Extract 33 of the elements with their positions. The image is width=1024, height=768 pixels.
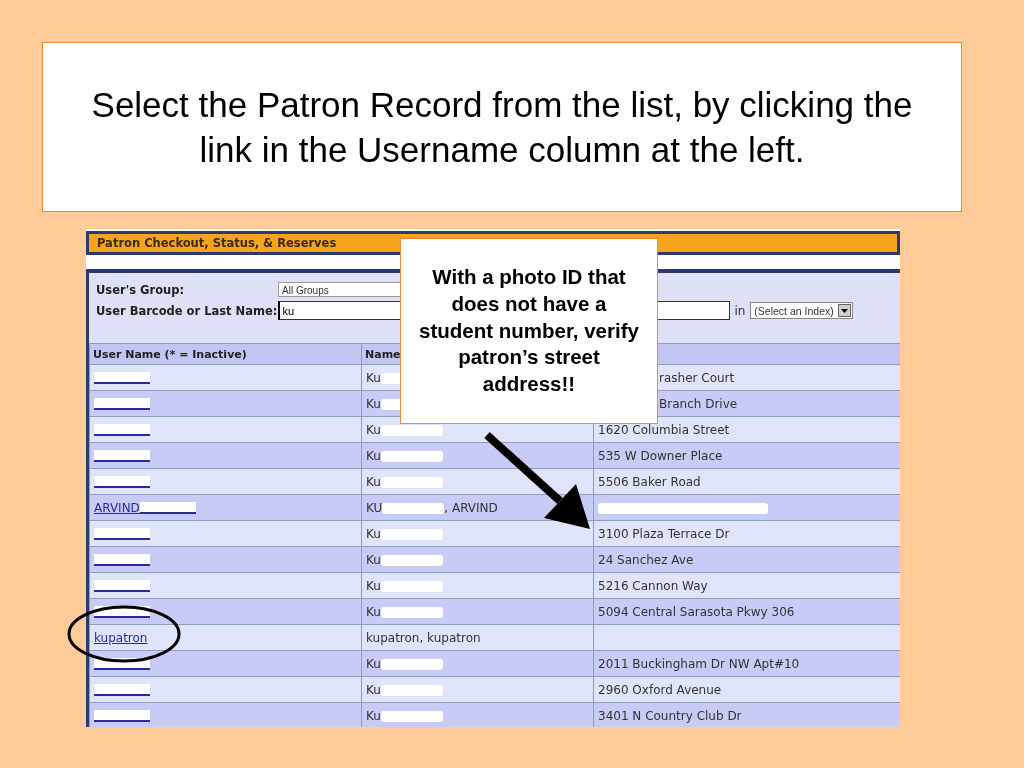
name-text: Ku [366,552,381,567]
name-text: Ku [366,370,381,385]
name-text: KU [366,500,383,515]
address-text: 3100 Plaza Terrace Dr [598,526,730,541]
address-text: 5506 Baker Road [598,474,701,489]
name-text: Ku [366,708,381,723]
address-text: rasher Court [659,370,735,385]
name-text: Ku [366,448,381,463]
address-text: 2011 Buckingham Dr NW Apt#10 [598,656,800,671]
address-text: 2960 Oxford Avenue [598,682,722,697]
panel-header: Patron Checkout, Status, & Reserves [96,235,338,252]
in-label: in [734,303,746,318]
address-text: 5216 Cannon Way [598,578,708,593]
address-text: 24 Sanchez Ave [598,552,694,567]
name-text: Ku [366,396,381,411]
address-text: 535 W Downer Place [598,448,723,463]
name-text: Ku [366,578,381,593]
address-text: Branch Drive [659,396,738,411]
name-text: , ARVIND [444,500,498,515]
name-text: Ku [366,604,381,619]
column-header: User Name (* = Inactive) [89,343,362,365]
name-text: Ku [366,422,381,437]
address-text: 1620 Columbia Street [598,422,730,437]
field-label: User Barcode or Last Name: [96,303,278,318]
name-text: Ku [366,682,381,697]
slide-title: Select the Patron Record from the list, by clicking the link in the Username column at the left. [90,83,914,171]
field-label: User's Group: [96,282,185,297]
name-text: Ku [366,526,381,541]
address-text: 3401 N Country Club Dr [598,708,742,723]
name-text: kupatron, kupatron [366,630,481,645]
name-text: Ku [366,474,381,489]
address-text: 5094 Central Sarasota Pkwy 306 [598,604,795,619]
name-text: Ku [366,656,381,671]
